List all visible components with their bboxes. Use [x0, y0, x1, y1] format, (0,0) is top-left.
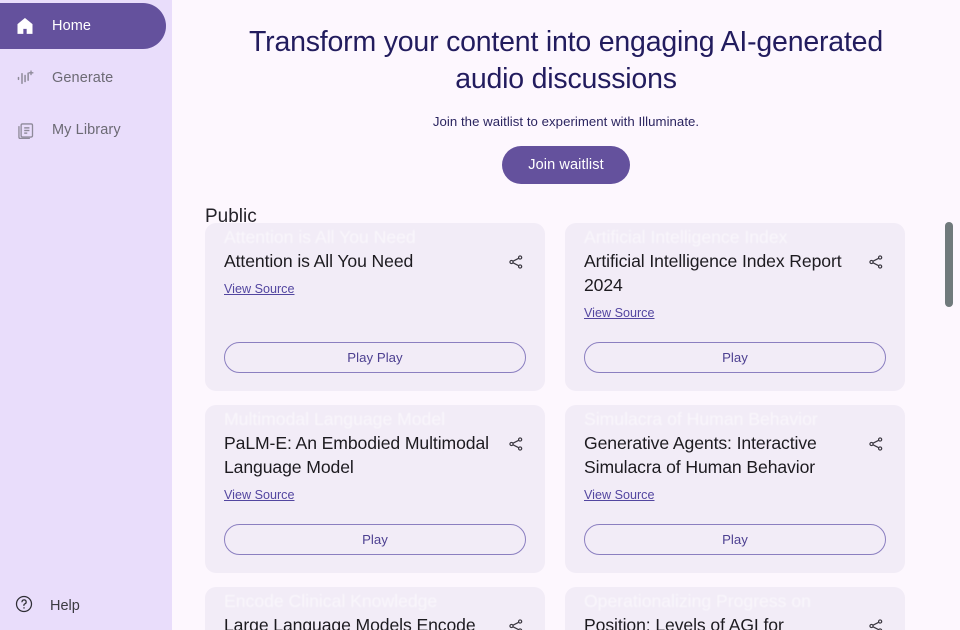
waveform-sparkle-icon [14, 67, 36, 89]
scrollbar-thumb[interactable] [945, 222, 953, 307]
card-spacer [584, 320, 886, 342]
sidebar-item-generate[interactable]: Generate [0, 55, 166, 101]
sidebar-item-help[interactable]: Help [0, 582, 172, 630]
help-circle-icon [14, 594, 34, 619]
hero-subtitle: Join the waitlist to experiment with Ill… [432, 114, 700, 129]
sidebar-item-my-library-label: My Library [52, 122, 121, 138]
card-item[interactable]: Operationalizing Progress on Position: L… [565, 587, 905, 630]
sidebar: Home Generate My Library Help [0, 0, 172, 630]
sidebar-item-help-label: Help [50, 598, 80, 614]
card-title: Position: Levels of AGI for Operationali… [584, 615, 784, 630]
ghost-title: Encode Clinical Knowledge [224, 591, 438, 611]
card-header: Large Language Models Encode Clinical Kn… [224, 613, 526, 630]
card-spacer [224, 296, 526, 318]
share-icon[interactable] [866, 616, 886, 630]
ghost-title: Multimodal Language Model [224, 409, 446, 429]
share-icon[interactable] [866, 252, 886, 272]
view-source-link[interactable]: View Source [584, 488, 654, 502]
card-item[interactable]: Simulacra of Human Behavior Generative A… [565, 405, 905, 573]
card-item[interactable]: Attention is All You Need Attention is A… [205, 223, 545, 391]
card-item[interactable]: Artificial Intelligence Index Artificial… [565, 223, 905, 391]
ghost-title: Artificial Intelligence Index [584, 227, 788, 247]
view-source-link[interactable]: View Source [224, 488, 294, 502]
card-item[interactable]: Multimodal Language Model PaLM-E: An Emb… [205, 405, 545, 573]
share-icon[interactable] [506, 252, 526, 272]
ghost-title: Simulacra of Human Behavior [584, 409, 818, 429]
card-title: Attention is All You Need [224, 251, 414, 271]
share-icon[interactable] [866, 434, 886, 454]
vertical-scrollbar[interactable] [942, 217, 956, 630]
main-content: Transform your content into engaging AI-… [172, 0, 960, 630]
sidebar-nav: Home Generate My Library [0, 0, 172, 153]
card-title: PaLM-E: An Embodied Multimodal Language … [224, 433, 489, 477]
card-title: Generative Agents: Interactive Simulacra… [584, 433, 817, 477]
play-button[interactable]: Play [584, 524, 886, 555]
page-title: Transform your content into engaging AI-… [249, 26, 883, 95]
home-icon [14, 15, 36, 37]
card-item[interactable]: Encode Clinical Knowledge Large Language… [205, 587, 545, 630]
sidebar-item-my-library[interactable]: My Library [0, 107, 166, 153]
card-spacer [224, 502, 526, 524]
app-root: Home Generate My Library Help Transform … [0, 0, 960, 630]
card-header: Artificial Intelligence Index Report 202… [584, 249, 886, 297]
share-icon[interactable] [506, 616, 526, 630]
card-title: Artificial Intelligence Index Report 202… [584, 251, 842, 295]
view-source-link[interactable]: View Source [224, 282, 294, 296]
hero-section: Transform your content into engaging AI-… [172, 0, 960, 184]
ghost-title: Operationalizing Progress on [584, 591, 811, 611]
share-icon[interactable] [506, 434, 526, 454]
card-title: Large Language Models Encode Clinical Kn… [224, 615, 476, 630]
play-button[interactable]: Play Play [224, 342, 526, 373]
public-card-grid: Attention is All You Need Attention is A… [172, 217, 960, 630]
card-header: Attention is All You Need [224, 249, 526, 273]
library-icon [14, 119, 36, 141]
card-spacer [584, 502, 886, 524]
play-button[interactable]: Play [584, 342, 886, 373]
card-header: PaLM-E: An Embodied Multimodal Language … [224, 431, 526, 479]
ghost-title: Attention is All You Need [224, 227, 416, 247]
card-header: Position: Levels of AGI for Operationali… [584, 613, 886, 630]
card-header: Generative Agents: Interactive Simulacra… [584, 431, 886, 479]
join-waitlist-button[interactable]: Join waitlist [502, 146, 630, 184]
play-button[interactable]: Play [224, 524, 526, 555]
sidebar-item-home-label: Home [52, 18, 92, 34]
sidebar-item-generate-label: Generate [52, 70, 114, 86]
card-scroll-area[interactable]: Attention is All You Need Attention is A… [172, 217, 960, 630]
view-source-link[interactable]: View Source [584, 306, 654, 320]
sidebar-item-home[interactable]: Home [0, 3, 166, 49]
